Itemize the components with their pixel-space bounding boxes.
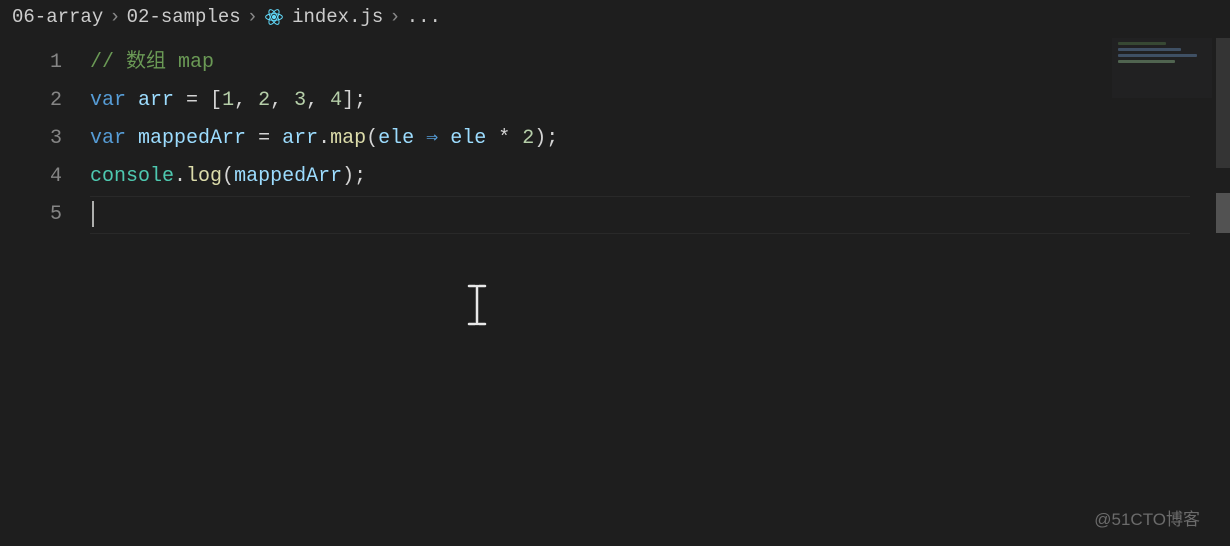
watermark: @51CTO博客 xyxy=(1094,505,1200,530)
breadcrumb-item-file[interactable]: index.js xyxy=(292,6,383,28)
breadcrumb-item[interactable]: 06-array xyxy=(12,6,103,28)
minimap-line xyxy=(1118,48,1181,51)
scrollbar-track[interactable] xyxy=(1216,38,1230,546)
code-line[interactable] xyxy=(90,196,1230,234)
minimap-line xyxy=(1118,60,1175,63)
ibeam-cursor-icon xyxy=(465,284,489,333)
breadcrumb-item[interactable]: 02-samples xyxy=(127,6,241,28)
breadcrumb[interactable]: 06-array › 02-samples › index.js › ... xyxy=(0,0,1230,34)
line-number: 1 xyxy=(0,44,62,82)
react-icon xyxy=(264,7,284,27)
line-number: 2 xyxy=(0,82,62,120)
line-number-gutter: 1 2 3 4 5 xyxy=(0,34,90,542)
code-line[interactable]: var arr = [1, 2, 3, 4]; xyxy=(90,82,1230,120)
code-line[interactable]: var mappedArr = arr.map(ele ⇒ ele * 2); xyxy=(90,120,1230,158)
code-line[interactable]: // 数组 map xyxy=(90,44,1230,82)
minimap[interactable] xyxy=(1112,38,1212,98)
code-line[interactable]: console.log(mappedArr); xyxy=(90,158,1230,196)
minimap-line xyxy=(1118,54,1197,57)
chevron-right-icon: › xyxy=(109,6,120,28)
code-area[interactable]: // 数组 map var arr = [1, 2, 3, 4]; var ma… xyxy=(90,34,1230,542)
minimap-line xyxy=(1118,42,1166,45)
scrollbar-overview xyxy=(1216,38,1230,168)
text-cursor xyxy=(92,201,94,227)
chevron-right-icon: › xyxy=(247,6,258,28)
line-number: 4 xyxy=(0,158,62,196)
scrollbar-thumb[interactable] xyxy=(1216,193,1230,233)
chevron-right-icon: › xyxy=(389,6,400,28)
editor[interactable]: 1 2 3 4 5 // 数组 map var arr = [1, 2, 3, … xyxy=(0,34,1230,542)
line-number: 5 xyxy=(0,196,62,234)
line-number: 3 xyxy=(0,120,62,158)
breadcrumb-item-more[interactable]: ... xyxy=(407,6,441,28)
